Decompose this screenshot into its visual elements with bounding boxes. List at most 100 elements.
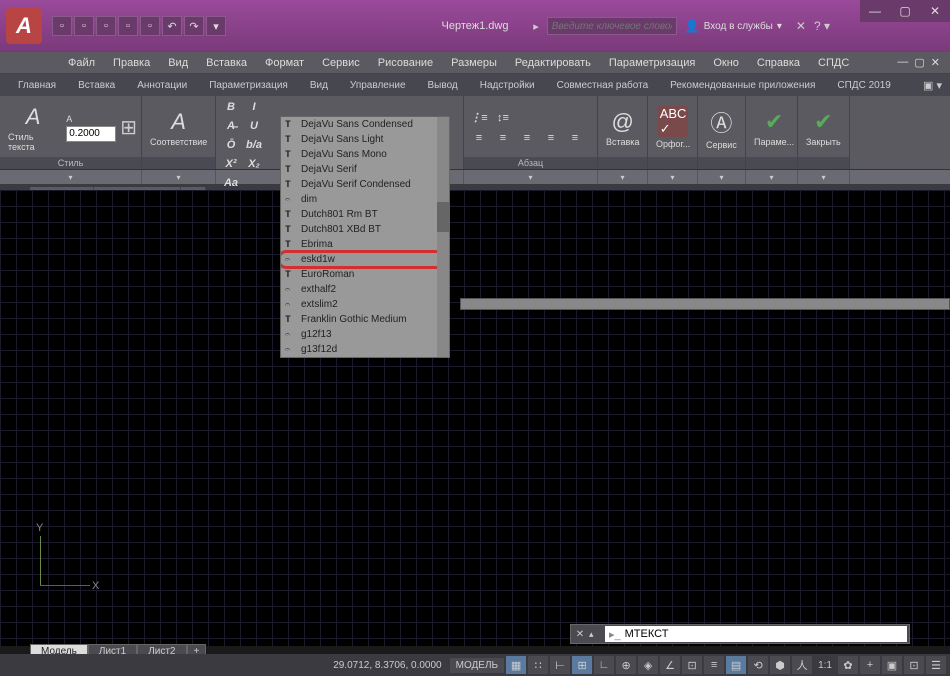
exchange-icon[interactable]: ✕ (796, 19, 806, 33)
snap-toggle[interactable]: ∷ (528, 656, 548, 674)
font-option[interactable]: 𝐓Franklin Gothic Medium (281, 312, 449, 327)
insert-button[interactable]: @Вставка (602, 107, 643, 149)
stack-button[interactable]: b/a (243, 136, 265, 154)
layer-icon[interactable]: ⊞ (120, 115, 137, 140)
annoscale-icon[interactable]: 人 (792, 656, 812, 674)
tab-spds[interactable]: СПДС 2019 (827, 77, 900, 94)
qat-open-icon[interactable]: ▫ (74, 16, 94, 36)
expand-close[interactable]: ▾ (798, 170, 850, 184)
osnap-toggle[interactable]: ∠ (660, 656, 680, 674)
tab-addins[interactable]: Надстройки (470, 77, 545, 94)
menu-window[interactable]: Окно (705, 55, 747, 71)
transparency-toggle[interactable]: ▤ (726, 656, 746, 674)
align-center-button[interactable]: ≡ (492, 129, 514, 147)
command-line[interactable]: ✕ ▴ ▸_МТЕКСТ (570, 624, 910, 644)
distribute-button[interactable]: ≡ (564, 129, 586, 147)
font-option[interactable]: 𝐓DejaVu Sans Mono (281, 147, 449, 162)
doc-minimize-icon[interactable]: — (897, 56, 908, 69)
tools-button[interactable]: ⒶСервис (702, 104, 741, 152)
dyn-toggle[interactable]: ⊞ (572, 656, 592, 674)
scroll-thumb[interactable] (437, 202, 449, 232)
expand-para[interactable]: ▾ (464, 170, 598, 184)
qat-saveas-icon[interactable]: ▫ (118, 16, 138, 36)
iso-toggle[interactable]: ◈ (638, 656, 658, 674)
bold-button[interactable]: B (220, 98, 242, 116)
menu-help[interactable]: Справка (749, 55, 808, 71)
text-ruler[interactable] (460, 298, 950, 310)
font-option[interactable]: 𝐓DejaVu Sans Condensed (281, 117, 449, 132)
text-style-button[interactable]: AСтиль текста (4, 102, 62, 154)
qat-redo-icon[interactable]: ↷ (184, 16, 204, 36)
overline-button[interactable]: Ō (220, 136, 242, 154)
tab-home[interactable]: Главная (8, 77, 66, 94)
tab-parametric[interactable]: Параметризация (199, 77, 298, 94)
polar-toggle[interactable]: ⊕ (616, 656, 636, 674)
tab-manage[interactable]: Управление (340, 77, 416, 94)
font-dropdown-list[interactable]: 𝐓DejaVu Sans Condensed𝐓DejaVu Sans Light… (280, 116, 450, 358)
spellcheck-button[interactable]: ABC✓Орфог... (652, 104, 694, 151)
3dosnap-toggle[interactable]: ⬢ (770, 656, 790, 674)
cmd-history-icon[interactable]: ▴ (589, 629, 603, 640)
qat-more-icon[interactable]: ▾ (206, 16, 226, 36)
maximize-button[interactable]: ▢ (890, 0, 920, 22)
font-option[interactable]: 𝐓DejaVu Serif (281, 162, 449, 177)
menu-file[interactable]: Файл (60, 55, 103, 71)
expand-spell[interactable]: ▾ (648, 170, 698, 184)
otrack-toggle[interactable]: ⊡ (682, 656, 702, 674)
tab-collab[interactable]: Совместная работа (547, 77, 659, 94)
tab-view[interactable]: Вид (300, 77, 338, 94)
align-right-button[interactable]: ≡ (516, 129, 538, 147)
text-height-input[interactable] (66, 126, 116, 142)
doc-restore-icon[interactable]: ▢ (914, 56, 924, 69)
qat-save-icon[interactable]: ▫ (96, 16, 116, 36)
justify-button[interactable]: ≡ (540, 129, 562, 147)
scale-label[interactable]: 1:1 (814, 660, 836, 671)
qat-new-icon[interactable]: ▫ (52, 16, 72, 36)
menu-insert[interactable]: Вставка (198, 55, 255, 71)
app-icon[interactable]: A (6, 8, 42, 44)
tab-featured[interactable]: Рекомендованные приложения (660, 77, 825, 94)
workspace-icon[interactable]: ✿ (838, 656, 858, 674)
menu-parametric[interactable]: Параметризация (601, 55, 703, 71)
menu-tools[interactable]: Сервис (314, 55, 368, 71)
menu-view[interactable]: Вид (160, 55, 196, 71)
cleanscreen-icon[interactable]: ☰ (926, 656, 946, 674)
font-option[interactable]: 𝄐eskd1w (281, 252, 449, 267)
ribbon-options-icon[interactable]: ▣ ▾ (923, 79, 950, 92)
close-editor-button[interactable]: ✔Закрыть (802, 107, 845, 149)
expand-insert[interactable]: ▾ (598, 170, 648, 184)
menu-draw[interactable]: Рисование (370, 55, 441, 71)
options-button[interactable]: ✔Параме... (750, 107, 798, 149)
bullets-button[interactable]: ⋮≡ (468, 109, 490, 127)
font-option[interactable]: 𝄐dim (281, 192, 449, 207)
font-option[interactable]: 𝄐extslim2 (281, 297, 449, 312)
expand-style[interactable]: ▾ (0, 170, 142, 184)
cmd-input[interactable]: ▸_МТЕКСТ (605, 626, 907, 642)
minimize-button[interactable]: — (860, 0, 890, 22)
font-option[interactable]: 𝄐g13f12d (281, 342, 449, 357)
font-option[interactable]: 𝐓DejaVu Sans Light (281, 132, 449, 147)
font-option[interactable]: 𝄐g12f13 (281, 327, 449, 342)
font-option[interactable]: 𝐓DejaVu Serif Condensed (281, 177, 449, 192)
tab-annotations[interactable]: Аннотации (127, 77, 197, 94)
search-input[interactable] (547, 17, 677, 35)
ortho-toggle[interactable]: ∟ (594, 656, 614, 674)
tab-insert[interactable]: Вставка (68, 77, 125, 94)
expand-opts[interactable]: ▾ (746, 170, 798, 184)
login-button[interactable]: 👤 Вход в службы ▾ (685, 19, 782, 33)
annomonitor-icon[interactable]: + (860, 656, 880, 674)
expand-tools[interactable]: ▾ (698, 170, 746, 184)
linespace-button[interactable]: ↕≡ (492, 109, 514, 127)
cycle-toggle[interactable]: ⟲ (748, 656, 768, 674)
match-button[interactable]: AСоответствие (146, 107, 211, 149)
font-option[interactable]: 𝐓Dutch801 XBd BT (281, 222, 449, 237)
menu-format[interactable]: Формат (257, 55, 312, 71)
menu-spds[interactable]: СПДС (810, 55, 857, 71)
menu-edit[interactable]: Правка (105, 55, 158, 71)
strike-button[interactable]: A̶ (220, 117, 242, 135)
drawing-canvas[interactable]: Y X (0, 190, 950, 646)
font-option[interactable]: 𝐓EuroRoman (281, 267, 449, 282)
qat-undo-icon[interactable]: ↶ (162, 16, 182, 36)
dropdown-scrollbar[interactable] (437, 117, 449, 357)
menu-dimension[interactable]: Размеры (443, 55, 505, 71)
